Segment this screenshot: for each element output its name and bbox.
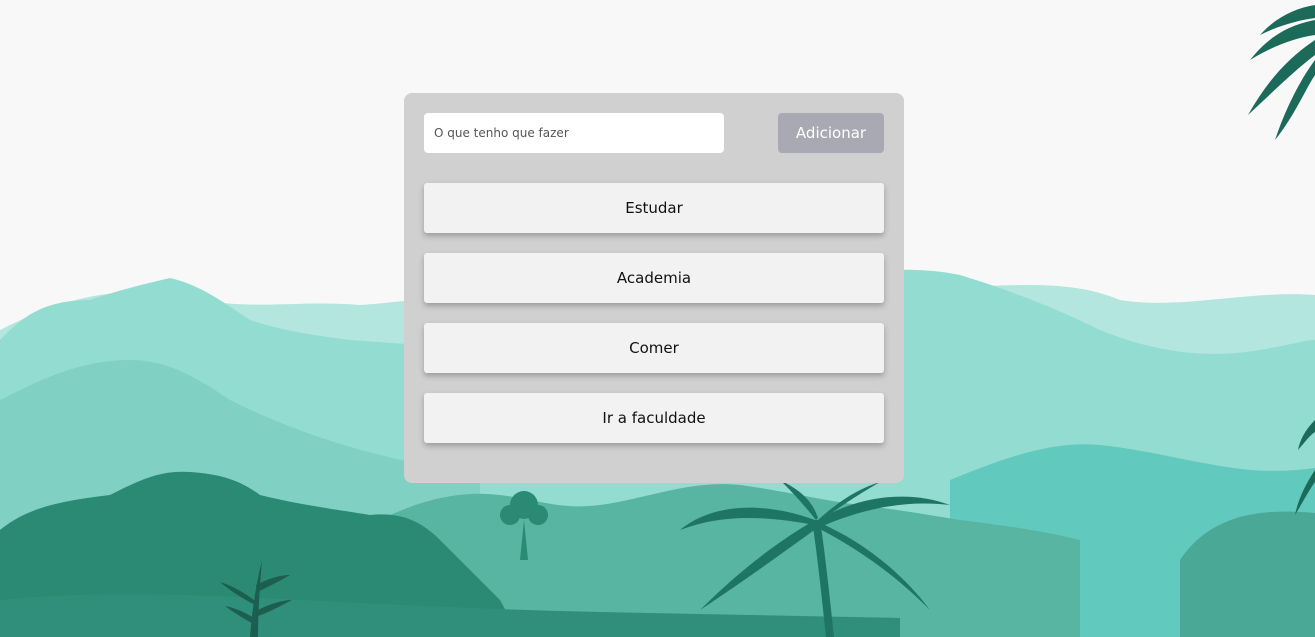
- task-item-estudar[interactable]: Estudar: [424, 183, 884, 233]
- todo-card: Adicionar Estudar Academia Comer Ir a fa…: [404, 93, 904, 483]
- task-item-comer[interactable]: Comer: [424, 323, 884, 373]
- task-list: Estudar Academia Comer Ir a faculdade: [424, 183, 884, 463]
- add-button[interactable]: Adicionar: [778, 113, 884, 153]
- task-item-ir-a-faculdade[interactable]: Ir a faculdade: [424, 393, 884, 443]
- task-item-academia[interactable]: Academia: [424, 253, 884, 303]
- task-input[interactable]: [424, 113, 724, 153]
- top-right-palm: [1248, 5, 1315, 140]
